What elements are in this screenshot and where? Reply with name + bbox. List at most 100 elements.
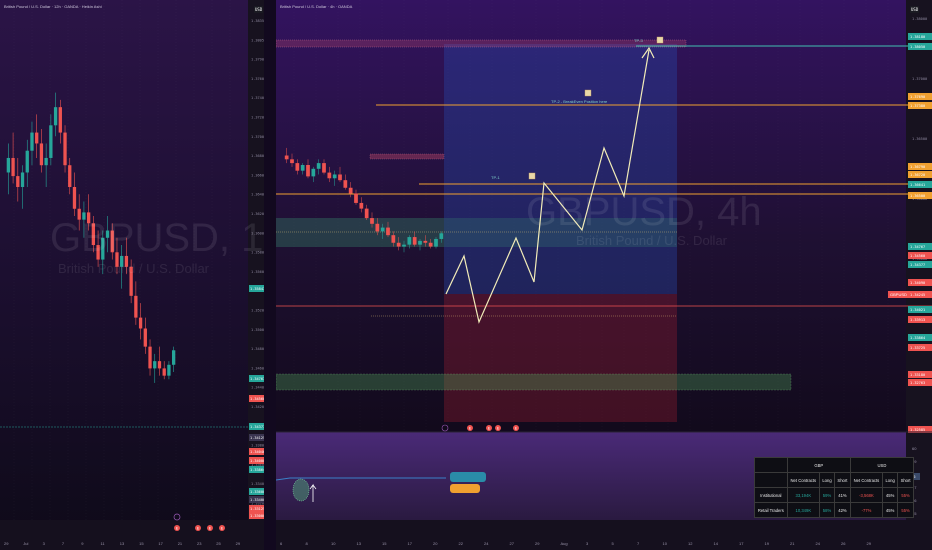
right-currency-label: USD (910, 6, 920, 13)
right-price-tag-label: 1.32763 (910, 381, 925, 385)
candle-body (316, 163, 321, 169)
right-price-tag-label: 1.36720 (910, 173, 925, 177)
left-price-tick: 1.36600 (251, 173, 264, 177)
cot-currency-2: USD (849, 457, 915, 473)
right-time-tick: 29 (535, 541, 540, 546)
tp2-label: TP-2 - BreakEven Position here (551, 99, 608, 104)
right-time-tick: 10 (663, 541, 668, 546)
candle-body (16, 176, 20, 187)
candle-body (348, 187, 353, 194)
candle-body (72, 186, 77, 209)
left-price-tag-label: 1.35847 (250, 287, 264, 291)
cot-cell: 10,349K (786, 502, 820, 518)
left-price-tick: 1.37900 (251, 58, 264, 62)
right-price-tag-label: 1.36790 (910, 165, 925, 169)
left-price-tag-label: 1.34560 (250, 397, 264, 401)
indicator-tick: 60 (912, 446, 917, 451)
right-price-tag-label: 1.34245 (910, 293, 925, 297)
cot-cell: -3,568K (849, 487, 884, 503)
left-time-axis-bg (0, 520, 264, 550)
left-price-tick: 1.34200 (251, 405, 264, 409)
candle-body (143, 328, 147, 347)
target-zone (444, 44, 677, 294)
left-price-tick: 1.38350 (251, 19, 264, 23)
left-price-tick: 1.35200 (251, 309, 264, 313)
right-time-tick: 29 (867, 541, 872, 546)
left-time-tick: 29 (4, 541, 9, 546)
target-marker (584, 89, 592, 97)
cot-cell: 45% (882, 502, 899, 518)
candle-body (396, 242, 401, 247)
cot-header: Long (882, 472, 899, 488)
candle-body (162, 368, 166, 376)
candle-body (134, 295, 138, 318)
left-watermark-symbol: GBPUSD, 12h (50, 216, 264, 260)
candle-body (138, 317, 143, 329)
cot-cell: 58% (818, 502, 836, 518)
candle-body (407, 237, 412, 245)
right-time-tick: 13 (357, 541, 362, 546)
cot-cell: 42% (834, 502, 851, 518)
candle-body (386, 227, 390, 236)
left-price-tag-label: 1.34046 (250, 450, 264, 454)
right-price-tag-label: 1.33725 (910, 346, 925, 350)
candle-body (370, 218, 374, 224)
left-price-tick: 1.37400 (251, 96, 264, 100)
right-time-tick: 21 (790, 541, 795, 546)
right-time-tick: 26 (841, 541, 846, 546)
left-chart-pane[interactable]: 1.38350 1.38050 1.37900 1.37600 1.37400 1.372… (0, 0, 264, 550)
left-time-tick: 21 (178, 541, 183, 546)
right-time-tick: 14 (714, 541, 719, 546)
candle-body (306, 165, 310, 177)
candle-body (284, 155, 289, 160)
candle-body (44, 157, 48, 166)
candle-body (332, 174, 337, 179)
left-time-tick: 23 (197, 541, 202, 546)
left-time-tick: 25 (216, 541, 221, 546)
candle-body (359, 202, 364, 209)
candle-body (11, 157, 15, 177)
candle-body (171, 350, 176, 365)
cot-header: Net Contracts (786, 472, 820, 488)
target-marker (528, 172, 536, 180)
candle-body (418, 240, 422, 245)
right-time-tick: 22 (459, 541, 464, 546)
cot-row-label: Retail Traders (754, 502, 788, 518)
left-price-tick: 1.37600 (251, 77, 264, 81)
mid-supply-zone (369, 153, 445, 160)
stop-zone (444, 294, 677, 422)
right-price-tag-label: 1.34090 (910, 281, 925, 285)
right-time-tick: 12 (688, 541, 693, 546)
left-time-tick: 17 (158, 541, 163, 546)
candle-body (290, 159, 294, 164)
right-time-axis-bg (276, 520, 932, 550)
left-price-tick: 1.34600 (251, 366, 264, 370)
cot-header: Short (834, 472, 851, 488)
cot-cell: 55% (897, 502, 914, 518)
candle-body (68, 165, 72, 187)
candle-body (167, 364, 171, 376)
candle-body (322, 163, 326, 173)
right-time-tick: 24 (816, 541, 821, 546)
right-chart-pane[interactable]: 1.380001.370001.365001.360001.350001.345… (276, 0, 932, 550)
left-price-tag-label: 1.33400 (250, 498, 264, 502)
right-price-tag-label: 1.36641 (910, 183, 925, 187)
left-price-tag-label: 1.33125 (250, 507, 264, 511)
candle-body (25, 150, 29, 173)
left-price-tick: 1.33400 (251, 482, 264, 486)
candle-body (380, 227, 385, 232)
right-price-tag-label: 1.33913 (910, 318, 925, 322)
right-price-tick: 1.37000 (912, 77, 927, 81)
candle-body (58, 107, 62, 133)
left-price-tag-label: 1.34767 (250, 377, 264, 381)
left-time-tick: Jul (23, 541, 28, 546)
candle-body (53, 107, 58, 126)
cot-header-blank (754, 472, 788, 488)
candle-body (391, 235, 396, 243)
right-time-tick: Aug (561, 541, 568, 546)
right-price-tick: 1.38000 (912, 17, 927, 21)
cot-row-institutional: Institutional 33,194K 59% 41% -3,568K 45… (754, 487, 914, 503)
left-time-tick: 29 (236, 541, 241, 546)
candle-body (428, 242, 433, 247)
right-price-tag-label: 1.33864 (910, 336, 925, 340)
